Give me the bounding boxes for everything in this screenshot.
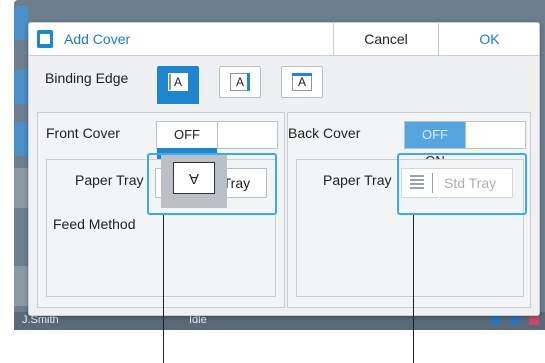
cancel-button[interactable]: Cancel xyxy=(333,23,438,55)
dialog-titlebar: Add Cover Cancel OK xyxy=(29,23,539,56)
binding-edge-left-button[interactable]: A xyxy=(157,66,199,104)
front-paper-tray-label: Paper Tray xyxy=(75,172,144,188)
back-tray-callout-frame xyxy=(397,153,527,215)
document-icon xyxy=(37,30,53,48)
back-cover-off-option[interactable]: OFF xyxy=(405,122,466,148)
front-cover-toggle[interactable]: OFFON xyxy=(156,121,278,174)
back-tray-callout-line xyxy=(413,215,414,363)
binding-edge-right-button[interactable]: A xyxy=(219,66,261,98)
background-tab xyxy=(14,122,28,156)
binding-edge-left-icon: A xyxy=(168,73,188,91)
toner-icon xyxy=(509,316,520,325)
ok-button[interactable]: OK xyxy=(438,23,540,55)
network-icon xyxy=(490,316,501,325)
background-tab xyxy=(14,168,28,208)
front-tray-callout-line xyxy=(163,215,164,363)
background-tab xyxy=(14,6,28,40)
binding-edge-top-button[interactable]: A xyxy=(281,66,323,98)
front-tray-callout-frame xyxy=(147,153,277,215)
back-cover-label: Back Cover xyxy=(288,125,361,141)
front-cover-off-option[interactable]: OFF xyxy=(157,122,218,148)
front-cover-label: Front Cover xyxy=(46,125,120,141)
status-icons xyxy=(485,316,539,328)
back-paper-tray-label: Paper Tray xyxy=(323,172,392,188)
background-tab xyxy=(14,70,28,104)
background-tab xyxy=(14,266,28,306)
binding-edge-label: Binding Edge xyxy=(45,70,129,86)
feed-method-label: Feed Method xyxy=(53,216,136,232)
dialog-title: Add Cover xyxy=(64,31,131,47)
ink-icon xyxy=(529,316,539,325)
back-cover-toggle[interactable]: OFFON xyxy=(404,121,526,168)
